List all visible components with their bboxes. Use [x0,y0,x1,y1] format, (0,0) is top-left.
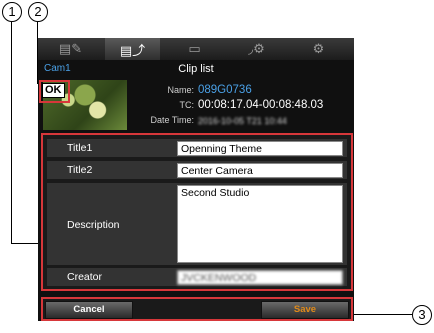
tc-label: TC: [179,100,195,110]
creator-label: Creator [67,271,103,283]
tab-bar: ▤✎ ▤⤴ ▭ ◞⚙ ⚙ [38,38,354,60]
camera-settings-icon: ◞⚙ [248,41,265,56]
tab-view[interactable]: ▭ [167,38,222,60]
callout-1: 1 [2,2,22,22]
view-icon: ▭ [188,41,201,56]
timecode: 00:08:17.04-00:08:48.03 [198,99,324,111]
title1-label: Title1 [67,142,93,154]
description-label: Description [67,219,120,231]
description-row: Description Second Studio [47,183,347,265]
title2-label: Title2 [67,164,93,176]
clip-metadata: Name: 089G0736 TC: 00:08:17.04-00:08:48.… [130,84,350,129]
header: Cam1 Clip list [38,61,354,77]
tab-clip-list[interactable]: ▤⤴ [105,38,160,60]
creator-input[interactable]: JVCKENWOOD [177,270,343,285]
title1-row: Title1 Openning Theme [47,139,347,157]
date-time-value: 2016-10-05 T21 10:44 [198,116,287,126]
camera-screen: ▤✎ ▤⤴ ▭ ◞⚙ ⚙ Cam1 Clip list OK Name: 089… [38,38,354,321]
clip-list-icon: ▤⤴ [119,42,146,58]
name-label: Name: [167,85,194,95]
creator-row: Creator JVCKENWOOD [47,268,347,286]
settings-gear-icon: ⚙ [312,41,325,56]
leader-line-3 [352,314,412,315]
date-time-label: Date Time: [150,115,194,125]
tab-settings[interactable]: ⚙ [291,38,346,60]
cancel-button[interactable]: Cancel [45,301,133,319]
title1-input[interactable]: Openning Theme [177,141,343,156]
tab-edit[interactable]: ▤✎ [43,38,98,60]
callout-2: 2 [28,2,48,22]
page-title: Clip list [178,63,214,75]
callout-3: 3 [412,305,432,325]
tab-camera-settings[interactable]: ◞⚙ [229,38,284,60]
metadata-form: Title1 Openning Theme Title2 Center Came… [41,133,353,291]
description-input[interactable]: Second Studio [177,185,343,263]
clip-name: 089G0736 [198,84,252,96]
leader-line-1-vertical [11,22,12,244]
status-badge-highlight [39,80,70,103]
save-button[interactable]: Save [261,301,349,319]
button-bar: Cancel Save [41,297,353,321]
title2-input[interactable]: Center Camera [177,163,343,178]
edit-clip-icon: ▤✎ [58,41,83,56]
title2-row: Title2 Center Camera [47,161,347,179]
